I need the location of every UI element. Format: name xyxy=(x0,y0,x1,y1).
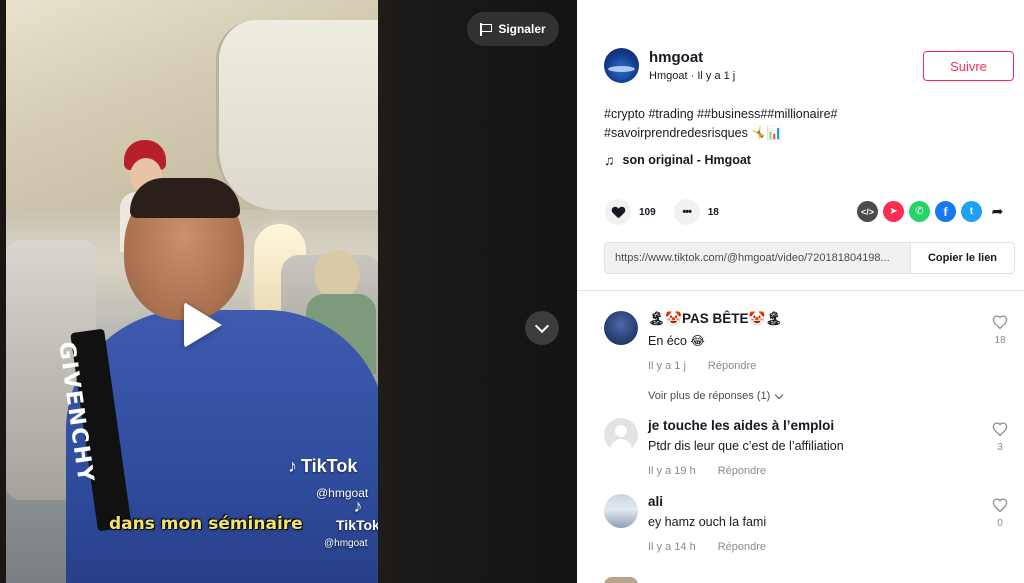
comment-meta: Il y a 19 h Répondre xyxy=(648,465,968,477)
watermark-handle-small: @hmgoat xyxy=(324,538,368,549)
author-info[interactable]: hmgoat Hmgoat · Il y a 1 j xyxy=(604,48,735,83)
report-label: Signaler xyxy=(498,22,546,36)
comment-author[interactable]: ali xyxy=(648,494,968,509)
heart-icon xyxy=(612,207,624,218)
tiktok-watermark: ♪ TikTok xyxy=(288,456,357,477)
comment-meta: Il y a 14 h Répondre xyxy=(648,541,968,553)
comment-avatar[interactable] xyxy=(604,494,638,528)
comment-body: 🏝🤡PAS BÊTE🤡🏝 En éco 😂 Il y a 1 j Répondr… xyxy=(648,311,968,372)
heart-outline-icon[interactable] xyxy=(992,498,1008,513)
details-panel: hmgoat Hmgoat · Il y a 1 j Suivre #crypt… xyxy=(577,0,1024,583)
description-line[interactable]: #crypto #trading ##business##millionaire… xyxy=(604,105,904,124)
heart-outline-icon[interactable] xyxy=(992,422,1008,437)
video-stage: GIVENCHY ♪ TikTok @hmgoat ♪ TikTok @hmgo… xyxy=(0,0,577,583)
heart-outline-icon[interactable] xyxy=(992,315,1008,330)
report-button[interactable]: Signaler xyxy=(467,12,559,46)
copy-link-box: https://www.tiktok.com/@hmgoat/video/720… xyxy=(604,242,1015,274)
comment-text: Ptdr dis leur que c’est de l’affiliation xyxy=(648,439,844,453)
reply-button[interactable]: Répondre xyxy=(718,465,766,477)
music-note-icon: ♫ xyxy=(604,152,615,168)
music-link[interactable]: ♫ son original - Hmgoat xyxy=(604,152,751,168)
reply-button[interactable]: Répondre xyxy=(708,360,756,372)
comment-time: Il y a 19 h xyxy=(648,465,696,477)
comment-like-count: 0 xyxy=(997,518,1003,529)
whatsapp-icon[interactable]: ✆ xyxy=(909,201,930,222)
comment-button[interactable]: ••• xyxy=(673,199,700,225)
comment-meta: Il y a 1 j Répondre xyxy=(648,360,968,372)
man-hair xyxy=(130,178,240,218)
tiktok-logo-icon: ♪ xyxy=(288,456,297,476)
comment-avatar-partial xyxy=(604,577,638,583)
comment-time: Il y a 1 j xyxy=(648,360,686,372)
comment-icon: ••• xyxy=(682,206,692,218)
next-video-button[interactable] xyxy=(525,311,559,345)
comment-body: ali ey hamz ouch la fami Il y a 14 h Rép… xyxy=(648,494,968,553)
comment-author[interactable]: 🏝🤡PAS BÊTE🤡🏝 xyxy=(648,311,968,327)
follow-button[interactable]: Suivre xyxy=(923,51,1014,81)
tiktok-logo-icon: ♪ xyxy=(353,496,363,516)
comment-like[interactable]: 18 xyxy=(990,315,1010,346)
video-caption: dans mon séminaire xyxy=(109,514,303,534)
comment-body: je touche les aides à l’emploi Ptdr dis … xyxy=(648,418,968,477)
comment-like[interactable]: 0 xyxy=(990,498,1010,529)
author-display-name: Hmgoat xyxy=(649,70,688,82)
comment-text: ey hamz ouch la fami xyxy=(648,515,767,529)
reply-button[interactable]: Répondre xyxy=(718,541,766,553)
chevron-down-icon xyxy=(775,390,784,399)
like-button[interactable] xyxy=(605,199,631,225)
author-username[interactable]: hmgoat xyxy=(649,49,735,66)
post-time: Il y a 1 j xyxy=(697,70,736,82)
share-arrow-icon[interactable]: ➦ xyxy=(987,201,1008,222)
share-bar: </> ➤ ✆ f t ➦ xyxy=(857,201,1008,222)
view-more-replies-button[interactable]: Voir plus de réponses (1) xyxy=(648,390,784,402)
view-more-replies-label[interactable]: Voir plus de réponses (1) xyxy=(648,390,770,402)
watermark-brand-small: TikTok xyxy=(336,517,378,533)
comment-text: En éco 😂 xyxy=(648,334,705,348)
post-description: #crypto #trading ##business##millionaire… xyxy=(604,105,904,143)
video-url[interactable]: https://www.tiktok.com/@hmgoat/video/720… xyxy=(605,252,910,264)
flag-icon xyxy=(480,22,493,36)
video-player[interactable]: GIVENCHY ♪ TikTok @hmgoat ♪ TikTok @hmgo… xyxy=(6,0,378,583)
comment-avatar[interactable] xyxy=(604,311,638,345)
embed-icon[interactable]: </> xyxy=(857,201,878,222)
tiktok-video-page: GIVENCHY ♪ TikTok @hmgoat ♪ TikTok @hmgo… xyxy=(0,0,1024,583)
facebook-icon[interactable]: f xyxy=(935,201,956,222)
comment-avatar[interactable] xyxy=(604,418,638,452)
chevron-down-icon xyxy=(534,318,550,333)
copy-link-button[interactable]: Copier le lien xyxy=(910,243,1014,273)
tiktok-watermark-small: ♪ TikTok xyxy=(336,496,378,533)
comment-author[interactable]: je touche les aides à l’emploi xyxy=(648,418,968,433)
comment-like-count: 18 xyxy=(994,335,1006,346)
music-title[interactable]: son original - Hmgoat xyxy=(623,153,751,167)
author-avatar[interactable] xyxy=(604,48,639,83)
overhead-bin xyxy=(216,20,378,210)
comment-time: Il y a 14 h xyxy=(648,541,696,553)
play-icon[interactable] xyxy=(184,302,222,348)
comment-like-count: 3 xyxy=(997,442,1003,453)
like-count: 109 xyxy=(639,206,656,218)
post-actions: 109 ••• 18 xyxy=(605,199,737,225)
watermark-brand: TikTok xyxy=(301,456,358,476)
send-icon[interactable]: ➤ xyxy=(883,201,904,222)
twitter-icon[interactable]: t xyxy=(961,201,982,222)
description-line[interactable]: #savoirprendredesrisques 🤸📊 xyxy=(604,124,904,143)
comment-like[interactable]: 3 xyxy=(990,422,1010,453)
comment-list: 🏝🤡PAS BÊTE🤡🏝 En éco 😂 Il y a 1 j Répondr… xyxy=(577,291,1024,583)
author-meta: Hmgoat · Il y a 1 j xyxy=(649,70,735,82)
comment-count: 18 xyxy=(707,206,719,218)
